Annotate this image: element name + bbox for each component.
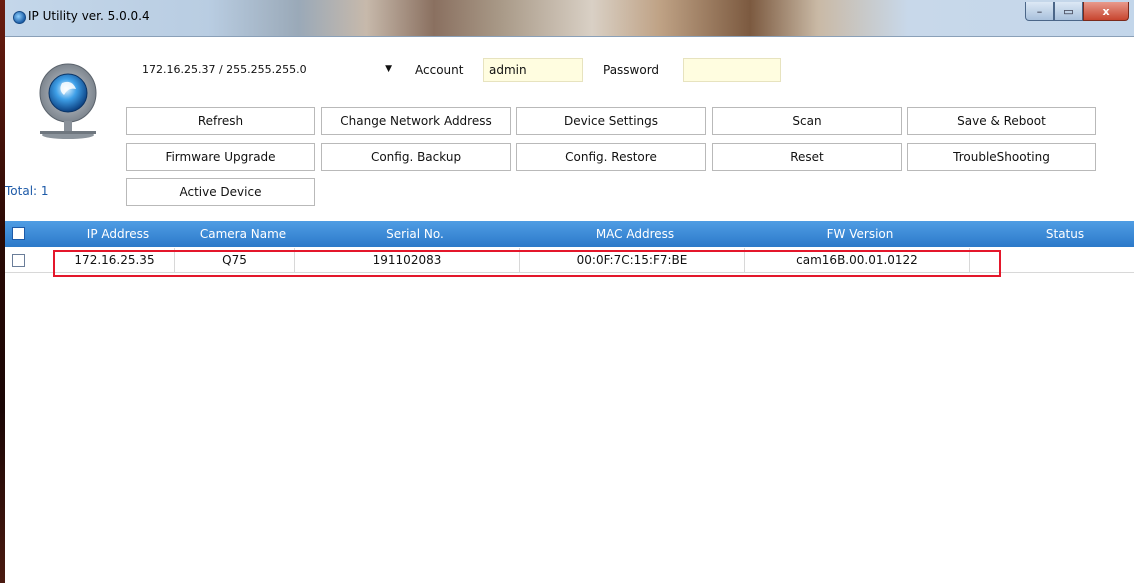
account-label: Account (415, 63, 464, 77)
network-adapter-select[interactable]: 172.16.25.37 / 255.255.255.0 ▼ (138, 58, 396, 82)
column-header-mac[interactable]: MAC Address (570, 227, 700, 241)
table-row[interactable]: 172.16.25.35 Q75 191102083 00:0F:7C:15:F… (5, 248, 1134, 273)
row-checkbox[interactable] (12, 254, 25, 267)
app-icon (13, 11, 26, 24)
password-label: Password (603, 63, 660, 77)
select-all-checkbox[interactable] (12, 227, 25, 240)
cell-fw: cam16B.00.01.0122 (745, 248, 970, 272)
column-header-status[interactable]: Status (1025, 227, 1105, 241)
cell-serial: 191102083 (295, 248, 520, 272)
cell-mac: 00:0F:7C:15:F7:BE (520, 248, 745, 272)
network-adapter-value: 172.16.25.37 / 255.255.255.0 (142, 63, 307, 76)
webcam-logo-icon (39, 63, 97, 139)
column-header-fw[interactable]: FW Version (800, 227, 920, 241)
title-bar[interactable]: IP Utility ver. 5.0.0.4 – ▭ x (5, 0, 1134, 37)
column-header-camera-name[interactable]: Camera Name (183, 227, 303, 241)
save-reboot-button[interactable]: Save & Reboot (907, 107, 1096, 135)
cell-ip: 172.16.25.35 (55, 248, 175, 272)
total-count: Total: 1 (5, 184, 49, 198)
cell-camera-name: Q75 (175, 248, 295, 272)
close-button[interactable]: x (1083, 2, 1129, 21)
firmware-upgrade-button[interactable]: Firmware Upgrade (126, 143, 315, 171)
device-settings-button[interactable]: Device Settings (516, 107, 706, 135)
account-value: admin (489, 63, 527, 77)
refresh-button[interactable]: Refresh (126, 107, 315, 135)
change-network-address-button[interactable]: Change Network Address (321, 107, 511, 135)
minimize-button[interactable]: – (1025, 2, 1054, 21)
main-panel: 172.16.25.37 / 255.255.255.0 ▼ Account a… (5, 37, 1134, 583)
config-restore-button[interactable]: Config. Restore (516, 143, 706, 171)
maximize-button[interactable]: ▭ (1054, 2, 1083, 21)
password-input[interactable] (683, 58, 781, 82)
window-controls: – ▭ x (1025, 2, 1129, 22)
scan-button[interactable]: Scan (712, 107, 902, 135)
column-header-serial[interactable]: Serial No. (365, 227, 465, 241)
config-backup-button[interactable]: Config. Backup (321, 143, 511, 171)
reset-button[interactable]: Reset (712, 143, 902, 171)
chevron-down-icon[interactable]: ▼ (385, 64, 392, 74)
column-header-ip[interactable]: IP Address (73, 227, 163, 241)
cell-status (970, 248, 1134, 272)
troubleshooting-button[interactable]: TroubleShooting (907, 143, 1096, 171)
table-header: IP Address Camera Name Serial No. MAC Ad… (5, 221, 1134, 247)
account-input[interactable]: admin (483, 58, 583, 82)
active-device-button[interactable]: Active Device (126, 178, 315, 206)
window-title: IP Utility ver. 5.0.0.4 (28, 9, 150, 23)
